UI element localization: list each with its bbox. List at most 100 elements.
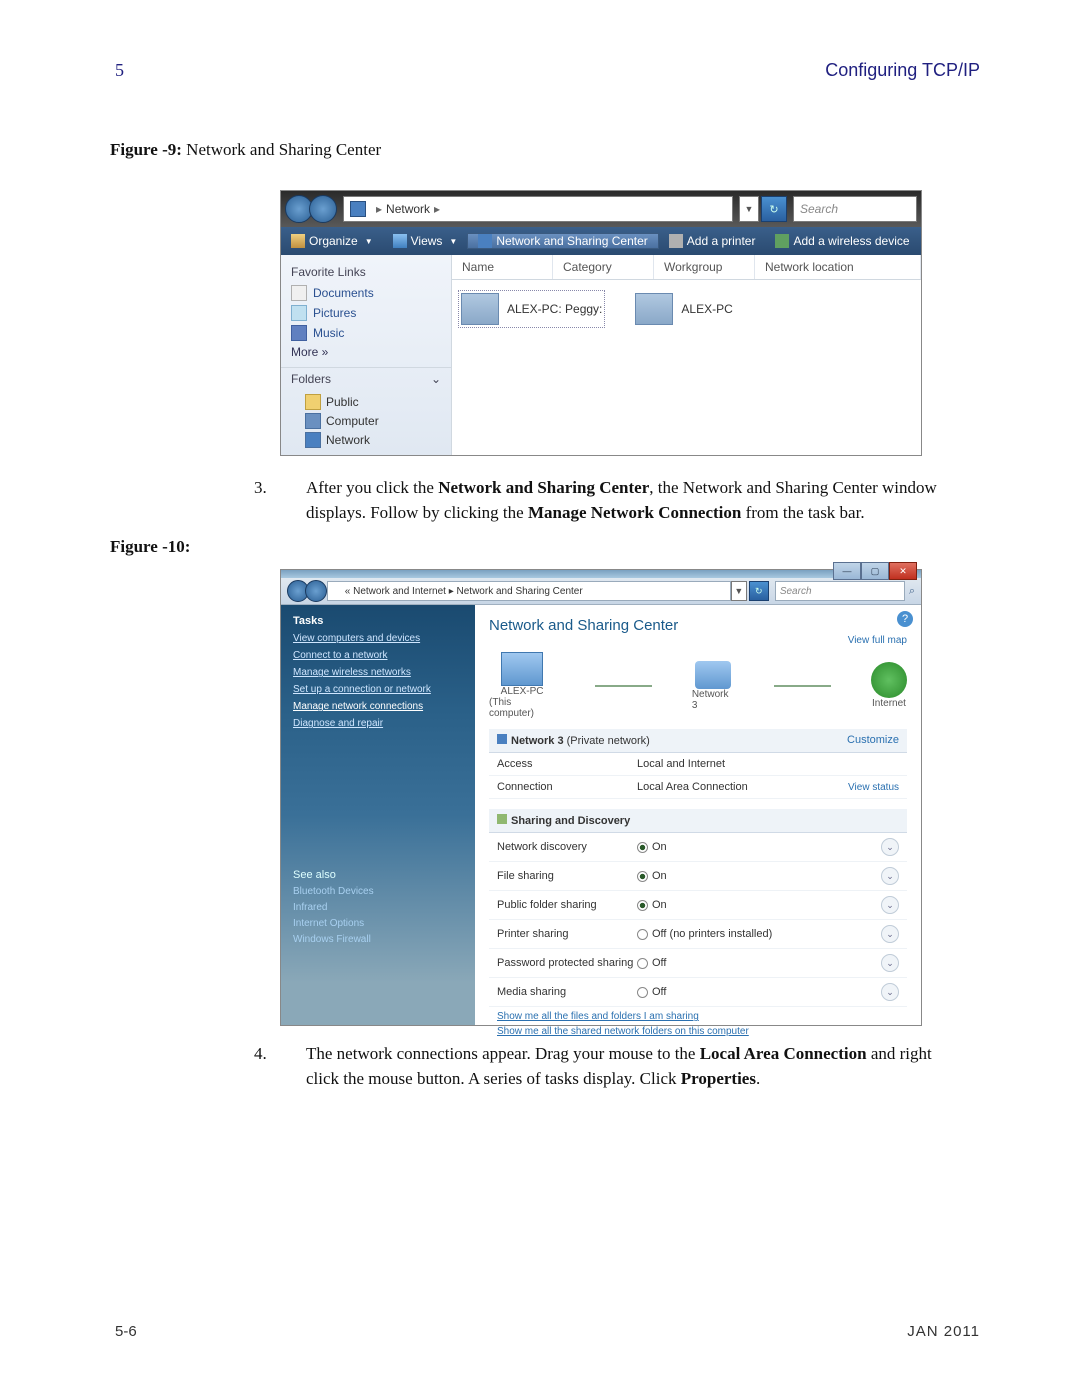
- forward-button[interactable]: [305, 580, 327, 602]
- computer-icon: [635, 293, 673, 325]
- task-manage-connections[interactable]: Manage network connections: [293, 701, 463, 712]
- show-files-link[interactable]: Show me all the files and folders I am s…: [497, 1011, 899, 1022]
- col-location[interactable]: Network location: [755, 255, 921, 279]
- figure-10-caption: Figure -10:: [110, 537, 980, 557]
- breadcrumb-field[interactable]: « Network and Internet ▸ Network and Sha…: [327, 581, 731, 601]
- pictures-icon: [291, 305, 307, 321]
- add-printer-button[interactable]: Add a printer: [659, 234, 766, 248]
- folder-computer[interactable]: Computer: [305, 413, 441, 429]
- sharing-section-header: Sharing and Discovery: [489, 809, 907, 833]
- sidebar-documents[interactable]: Documents: [291, 285, 441, 301]
- see-also-bluetooth[interactable]: Bluetooth Devices: [293, 886, 463, 897]
- col-name[interactable]: Name: [452, 255, 553, 279]
- forward-button[interactable]: [309, 195, 337, 223]
- minimize-button[interactable]: —: [833, 562, 861, 580]
- add-wireless-button[interactable]: Add a wireless device: [765, 234, 919, 248]
- task-manage-wireless[interactable]: Manage wireless networks: [293, 667, 463, 678]
- figure-9-screenshot: ▸ Network ▸ ▼ ↻ Search Organize▼ Views▼ …: [280, 190, 922, 456]
- network-section-header: Network 3 (Private network) Customize: [489, 729, 907, 753]
- organize-menu[interactable]: Organize▼: [281, 234, 383, 248]
- expand-button[interactable]: ⌄: [881, 954, 899, 972]
- task-setup-connection[interactable]: Set up a connection or network: [293, 684, 463, 695]
- figure-10-screenshot: — ▢ ✕ « Network and Internet ▸ Network a…: [280, 569, 922, 1026]
- figure-9-text: Network and Sharing Center: [182, 140, 381, 159]
- view-full-map-link[interactable]: View full map: [848, 635, 907, 646]
- topology-line: [774, 685, 831, 687]
- favorite-links-heading: Favorite Links: [291, 265, 441, 279]
- pc-icon: [501, 652, 543, 686]
- sidebar-music[interactable]: Music: [291, 325, 441, 341]
- column-headers: Name Category Workgroup Network location: [452, 255, 921, 280]
- folders-header[interactable]: Folders⌄: [281, 367, 451, 390]
- radio-on-icon: [637, 871, 648, 882]
- address-dropdown[interactable]: ▼: [739, 196, 759, 222]
- sharing-icon: [497, 814, 507, 824]
- sidebar-pictures[interactable]: Pictures: [291, 305, 441, 321]
- radio-on-icon: [637, 900, 648, 911]
- nsc-title: Network and Sharing Center: [489, 617, 907, 634]
- col-workgroup[interactable]: Workgroup: [654, 255, 755, 279]
- expand-button[interactable]: ⌄: [881, 867, 899, 885]
- radio-off-icon: [637, 958, 648, 969]
- tasks-panel: Tasks View computers and devices Connect…: [281, 605, 475, 1025]
- network-item-peggy[interactable]: ALEX-PC: Peggy:: [458, 290, 605, 328]
- search-icon[interactable]: ⌕: [909, 585, 915, 598]
- view-status-link[interactable]: View status: [848, 782, 899, 793]
- refresh-button[interactable]: ↻: [749, 581, 769, 601]
- sidebar-more[interactable]: More »: [291, 345, 441, 359]
- network-sharing-center-button[interactable]: Network and Sharing Center: [467, 233, 658, 249]
- breadcrumb-sep-2: ▸: [434, 202, 440, 216]
- step-4-text: 4.The network connections appear. Drag y…: [280, 1042, 946, 1091]
- network-item-alexpc[interactable]: ALEX-PC: [635, 290, 732, 328]
- nsc-icon: [332, 586, 342, 596]
- refresh-button[interactable]: ↻: [761, 196, 787, 222]
- expand-button[interactable]: ⌄: [881, 925, 899, 943]
- network-icon: [350, 201, 366, 217]
- expand-button[interactable]: ⌄: [881, 983, 899, 1001]
- step-3-text: 3.After you click the Network and Sharin…: [280, 476, 946, 525]
- documents-icon: [291, 285, 307, 301]
- printer-icon: [669, 234, 683, 248]
- folder-public[interactable]: Public: [305, 394, 441, 410]
- views-menu[interactable]: Views▼: [383, 234, 468, 248]
- help-button[interactable]: ?: [897, 611, 913, 627]
- expand-button[interactable]: ⌄: [881, 838, 899, 856]
- see-also-internet-options[interactable]: Internet Options: [293, 918, 463, 929]
- expand-button[interactable]: ⌄: [881, 896, 899, 914]
- row-media-sharing: Media sharingOff⌄: [489, 978, 907, 1007]
- address-field[interactable]: ▸ Network ▸: [343, 196, 733, 222]
- footer-date: JAN 2011: [907, 1323, 980, 1340]
- task-view-computers[interactable]: View computers and devices: [293, 633, 463, 644]
- organize-icon: [291, 234, 305, 248]
- step-number: 4.: [280, 1042, 306, 1067]
- tasks-heading: Tasks: [293, 615, 463, 627]
- chevron-down-icon: ⌄: [431, 372, 441, 386]
- row-public-folder-sharing: Public folder sharingOn⌄: [489, 891, 907, 920]
- nsc-icon: [478, 234, 492, 248]
- row-connection: ConnectionLocal Area ConnectionView stat…: [489, 776, 907, 799]
- network-folder-icon: [305, 432, 321, 448]
- address-bar: ▸ Network ▸ ▼ ↻ Search: [281, 191, 921, 227]
- show-shared-folders-link[interactable]: Show me all the shared network folders o…: [497, 1026, 899, 1037]
- task-connect-network[interactable]: Connect to a network: [293, 650, 463, 661]
- address-dropdown[interactable]: ▼: [731, 581, 747, 601]
- search-input[interactable]: Search: [775, 581, 905, 601]
- header-title: Configuring TCP/IP: [825, 60, 980, 81]
- globe-icon: [871, 662, 907, 698]
- see-also-infrared[interactable]: Infrared: [293, 902, 463, 913]
- maximize-button[interactable]: ▢: [861, 562, 889, 580]
- network-icon: [695, 661, 731, 689]
- task-diagnose[interactable]: Diagnose and repair: [293, 718, 463, 729]
- figure-9-label: Figure -9:: [110, 140, 182, 159]
- toolbar: Organize▼ Views▼ Network and Sharing Cen…: [281, 227, 921, 255]
- close-button[interactable]: ✕: [889, 562, 917, 580]
- row-access: AccessLocal and Internet: [489, 753, 907, 776]
- see-also-firewall[interactable]: Windows Firewall: [293, 934, 463, 945]
- row-printer-sharing: Printer sharingOff (no printers installe…: [489, 920, 907, 949]
- breadcrumb-network[interactable]: Network: [386, 202, 430, 216]
- search-input[interactable]: Search: [793, 196, 917, 222]
- customize-link[interactable]: Customize: [847, 734, 899, 747]
- content-area: Name Category Workgroup Network location…: [452, 255, 921, 455]
- folder-network[interactable]: Network: [305, 432, 441, 448]
- col-category[interactable]: Category: [553, 255, 654, 279]
